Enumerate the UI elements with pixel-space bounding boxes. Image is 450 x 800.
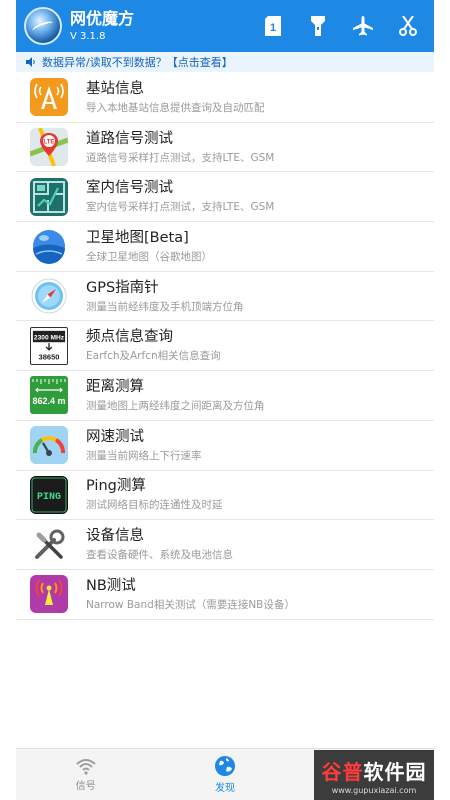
indoor-floorplan-icon xyxy=(30,177,68,216)
item-title: 设备信息 xyxy=(86,528,144,545)
item-subtitle: 测量当前经纬度及手机顶端方位角 xyxy=(86,300,244,313)
airplane-icon xyxy=(353,16,373,36)
base-station-icon xyxy=(30,78,68,117)
tab-signal[interactable]: 信号 xyxy=(16,749,155,800)
item-subtitle: 道路信号采样打点测试，支持LTE、GSM xyxy=(86,151,275,164)
watermark-brand-red: 谷普 xyxy=(321,759,364,784)
item-subtitle: 导入本地基站信息提供查询及自动匹配 xyxy=(86,101,265,114)
item-title: 基站信息 xyxy=(86,80,144,97)
app-title: 网优魔方 xyxy=(70,9,135,28)
list-item-indoor-signal-test[interactable]: 室内信号测试 室内信号采样打点测试，支持LTE、GSM xyxy=(16,172,434,223)
list-item-frequency-query[interactable]: 2300 MHz 38650 频点信息查询 Earfch及Arfcn相关信息查询 xyxy=(16,321,434,372)
item-title: 距离测算 xyxy=(86,378,144,395)
list-item-nb-test[interactable]: NB测试 Narrow Band相关测试（需要连接NB设备） xyxy=(16,570,434,620)
svg-text:862.4 m: 862.4 m xyxy=(32,396,65,406)
item-title: Ping测算 xyxy=(86,478,146,495)
compass-icon xyxy=(30,277,68,315)
scissors-button[interactable] xyxy=(390,8,426,44)
site-watermark: 谷普软件园 www.gupuxiazai.com xyxy=(314,750,434,800)
flashlight-icon xyxy=(311,16,325,36)
app-logo-icon xyxy=(24,7,62,45)
item-title: 道路信号测试 xyxy=(86,130,173,147)
svg-text:LTE: LTE xyxy=(44,140,55,146)
flashlight-button[interactable] xyxy=(300,8,336,44)
airplane-mode-button[interactable] xyxy=(345,8,381,44)
ping-icon: PING xyxy=(30,475,68,514)
distance-icon: 862.4 m xyxy=(30,376,68,415)
list-item-road-signal-test[interactable]: LTE 道路信号测试 道路信号采样打点测试，支持LTE、GSM xyxy=(16,123,434,173)
item-subtitle: 测量地图上两经纬度之间距离及方位角 xyxy=(86,399,265,412)
satellite-map-icon xyxy=(30,227,68,265)
tools-icon xyxy=(30,526,68,564)
item-subtitle: Narrow Band相关测试（需要连接NB设备） xyxy=(86,598,295,611)
svg-text:1: 1 xyxy=(270,22,276,34)
item-title: GPS指南针 xyxy=(86,279,159,296)
svg-text:38650: 38650 xyxy=(38,352,59,361)
list-item-satellite-map[interactable]: 卫星地图[Beta] 全球卫星地图（谷歌地图） xyxy=(16,222,434,272)
notice-text: 数据异常/读取不到数据？【点击查看】 xyxy=(42,56,233,69)
item-title: 网速测试 xyxy=(86,428,144,445)
list-item-base-station[interactable]: 基站信息 导入本地基站信息提供查询及自动匹配 xyxy=(16,73,434,123)
item-subtitle: 测试网络目标的连通性及时延 xyxy=(86,499,223,512)
item-subtitle: 室内信号采样打点测试，支持LTE、GSM xyxy=(86,201,275,214)
tab-label: 信号 xyxy=(75,781,96,792)
list-item-distance-calc[interactable]: 862.4 m 距离测算 测量地图上两经纬度之间距离及方位角 xyxy=(16,371,434,421)
watermark-url: www.gupuxiazai.com xyxy=(331,785,417,795)
item-title: 频点信息查询 xyxy=(86,329,173,346)
app-version: V 3.1.8 xyxy=(70,31,106,42)
speedometer-icon xyxy=(30,426,68,465)
wifi-signal-icon xyxy=(75,759,96,775)
item-subtitle: 查看设备硬件、系统及电池信息 xyxy=(86,549,233,562)
item-subtitle: 全球卫星地图（谷歌地图） xyxy=(86,250,212,263)
svg-text:2300 MHz: 2300 MHz xyxy=(34,334,65,341)
list-item-gps-compass[interactable]: GPS指南针 测量当前经纬度及手机顶端方位角 xyxy=(16,272,434,322)
speaker-icon xyxy=(26,57,35,67)
sim-card-1-icon: 1 xyxy=(265,16,281,36)
item-subtitle: 测量当前网络上下行速率 xyxy=(86,449,202,462)
tab-label: 发现 xyxy=(214,783,235,794)
lte-map-icon: LTE xyxy=(30,128,68,167)
frequency-icon: 2300 MHz 38650 xyxy=(30,326,68,365)
scissors-icon xyxy=(399,16,417,36)
app-header: 网优魔方 V 3.1.8 1 xyxy=(16,0,434,52)
list-item-device-info[interactable]: 设备信息 查看设备硬件、系统及电池信息 xyxy=(16,520,434,570)
globe-icon xyxy=(214,756,235,776)
item-subtitle: Earfch及Arfcn相关信息查询 xyxy=(86,350,221,363)
svg-text:PING: PING xyxy=(37,492,61,503)
data-error-notice[interactable]: 数据异常/读取不到数据？【点击查看】 xyxy=(16,52,434,72)
watermark-brand: 软件园 xyxy=(363,759,427,784)
sim-card-1-button[interactable]: 1 xyxy=(255,8,291,44)
item-title: 室内信号测试 xyxy=(86,180,173,197)
item-title: 卫星地图[Beta] xyxy=(86,229,189,246)
item-title: NB测试 xyxy=(86,577,136,594)
list-item-speed-test[interactable]: 网速测试 测量当前网络上下行速率 xyxy=(16,421,434,471)
nb-signal-icon xyxy=(30,575,68,614)
list-item-ping-test[interactable]: PING Ping测算 测试网络目标的连通性及时延 xyxy=(16,471,434,521)
feature-list: 基站信息 导入本地基站信息提供查询及自动匹配 LTE 道路信号测试 道路信号采样… xyxy=(16,73,434,620)
tab-discover[interactable]: 发现 xyxy=(155,749,294,800)
